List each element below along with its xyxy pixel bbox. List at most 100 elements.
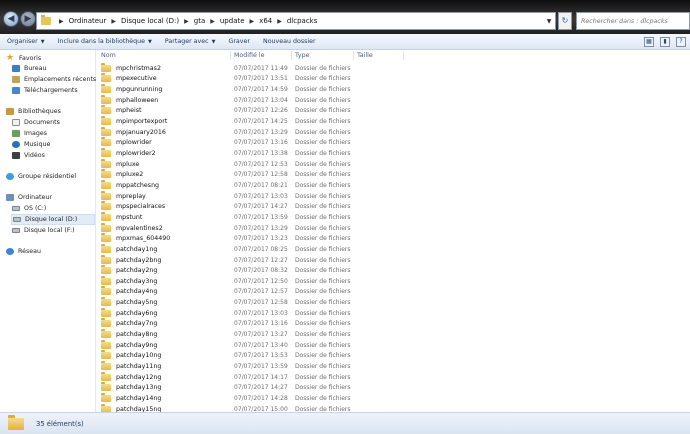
table-row[interactable]: patchday8ng 07/07/2017 13:27 Dossier de fi… bbox=[101, 329, 356, 340]
table-row[interactable]: mpchristmas2 07/07/2017 11:49 Dossier de f… bbox=[101, 62, 356, 74]
table-row[interactable]: patchday6ng 07/07/2017 13:03 Dossier de fi… bbox=[101, 307, 356, 319]
table-row[interactable]: mpvalentines2 07/07/2017 13:29 Dossier de … bbox=[101, 222, 356, 234]
chevron-right-icon[interactable]: ▶ bbox=[210, 18, 215, 25]
column-header-modified[interactable]: Modifié le bbox=[234, 52, 265, 59]
table-row[interactable]: mppatchesng 07/07/2017 08:21 Dossier de fi… bbox=[101, 179, 356, 191]
column-divider[interactable] bbox=[291, 51, 292, 60]
table-row[interactable]: mpxmas_604490 07/07/2017 13:23 Dossier de … bbox=[101, 233, 356, 244]
table-row[interactable]: patchday5ng 07/07/2017 12:58 Dossier de fi… bbox=[101, 297, 356, 308]
column-divider[interactable] bbox=[403, 51, 404, 60]
table-row[interactable]: patchday11ng 07/07/2017 13:59 Dossier de f… bbox=[101, 361, 356, 372]
chevron-down-icon[interactable]: ▼ bbox=[543, 18, 555, 25]
sidebar-item-favorites[interactable]: ★ Favoris bbox=[6, 53, 41, 63]
sidebar-item-drive-f[interactable]: Disque local (F:) bbox=[12, 227, 75, 234]
breadcrumb-item-drive-d[interactable]: Disque local (D:) bbox=[121, 17, 179, 25]
file-date: 07/07/2017 12:50 bbox=[234, 277, 288, 285]
table-row[interactable]: mpluxe 07/07/2017 12:53 Dossier de fichier… bbox=[101, 158, 356, 170]
organize-button[interactable]: Organiser ▼ bbox=[7, 38, 45, 45]
sidebar-item-drive-c[interactable]: OS (C:) bbox=[12, 205, 46, 212]
table-row[interactable]: mpreplay 07/07/2017 13:03 Dossier de fichi… bbox=[101, 190, 356, 202]
table-row[interactable]: mpimportexport 07/07/2017 14:25 Dossier de… bbox=[101, 116, 356, 127]
table-row[interactable]: mpluxe2 07/07/2017 12:58 Dossier de fichie… bbox=[101, 169, 356, 181]
table-row[interactable]: mpjanuary2016 07/07/2017 13:29 Dossier de … bbox=[101, 126, 356, 138]
breadcrumb-item-gta[interactable]: gta bbox=[194, 17, 205, 25]
column-header-size[interactable]: Taille bbox=[357, 52, 373, 59]
sidebar-item-music[interactable]: Musique bbox=[12, 141, 50, 148]
refresh-icon[interactable]: ↻ bbox=[558, 12, 572, 30]
folder-icon bbox=[101, 148, 111, 157]
file-type: Dossier de fichiers bbox=[295, 235, 351, 243]
sidebar-item-homegroup[interactable]: Groupe résidentiel bbox=[6, 173, 76, 180]
help-icon[interactable]: ? bbox=[676, 36, 686, 47]
table-row[interactable]: mpspecialraces 07/07/2017 14:27 Dossier de… bbox=[101, 201, 356, 212]
breadcrumb[interactable]: ▶ Ordinateur ▶ Disque local (D:) ▶ gta ▶… bbox=[36, 12, 556, 30]
table-row[interactable]: patchday7ng 07/07/2017 13:16 Dossier de fi… bbox=[101, 318, 356, 330]
breadcrumb-item-computer[interactable]: Ordinateur bbox=[69, 17, 107, 25]
sidebar-item-drive-d[interactable]: Disque local (D:) bbox=[11, 214, 95, 225]
chevron-right-icon[interactable]: ▶ bbox=[59, 18, 64, 25]
back-icon[interactable]: ◀ bbox=[3, 11, 19, 27]
view-options-icon[interactable]: ▦ bbox=[644, 36, 654, 47]
burn-button[interactable]: Graver bbox=[228, 38, 250, 45]
file-type: Dossier de fichiers bbox=[295, 320, 351, 328]
address-bar: ◀ ▶ ▶ Ordinateur ▶ Disque local (D:) ▶ g… bbox=[0, 0, 690, 34]
organize-label: Organiser bbox=[7, 38, 38, 45]
breadcrumb-item-x64[interactable]: x64 bbox=[259, 17, 272, 25]
breadcrumb-item-dlcpacks[interactable]: dlcpacks bbox=[287, 17, 318, 25]
sidebar-item-desktop[interactable]: Bureau bbox=[12, 65, 47, 72]
column-divider[interactable] bbox=[230, 51, 231, 60]
sidebar-item-documents[interactable]: Documents bbox=[12, 119, 60, 126]
file-type: Dossier de fichiers bbox=[295, 384, 351, 392]
include-library-button[interactable]: Inclure dans la bibliothèque ▼ bbox=[58, 38, 152, 45]
breadcrumb-item-update[interactable]: update bbox=[220, 17, 245, 25]
forward-icon[interactable]: ▶ bbox=[20, 11, 36, 27]
table-row[interactable]: patchday10ng 07/07/2017 13:53 Dossier de f… bbox=[101, 350, 356, 362]
table-row[interactable]: mphalloween 07/07/2017 13:04 Dossier de fi… bbox=[101, 94, 356, 106]
sidebar-item-recent[interactable]: Emplacements récents bbox=[12, 76, 96, 83]
sidebar-item-computer[interactable]: Ordinateur bbox=[6, 194, 52, 201]
table-row[interactable]: patchday1ng 07/07/2017 08:25 Dossier de fi… bbox=[101, 243, 356, 255]
sidebar-item-images[interactable]: Images bbox=[12, 130, 47, 137]
column-header-name[interactable]: Nom bbox=[101, 52, 116, 59]
new-folder-button[interactable]: Nouveau dossier bbox=[263, 38, 316, 45]
search-input[interactable] bbox=[581, 17, 681, 25]
chevron-right-icon[interactable]: ▶ bbox=[250, 18, 255, 25]
column-divider[interactable] bbox=[353, 51, 354, 60]
sidebar-item-network[interactable]: Réseau bbox=[6, 248, 41, 255]
sidebar-item-videos[interactable]: Vidéos bbox=[12, 152, 45, 159]
table-row[interactable]: mpgunrunning 07/07/2017 14:59 Dossier de f… bbox=[101, 84, 356, 95]
share-button[interactable]: Partager avec ▼ bbox=[165, 38, 216, 45]
chevron-right-icon[interactable]: ▶ bbox=[184, 18, 189, 25]
chevron-right-icon[interactable]: ▶ bbox=[277, 18, 282, 25]
file-date: 07/07/2017 13:40 bbox=[234, 341, 288, 349]
file-type: Dossier de fichiers bbox=[295, 160, 351, 168]
sidebar-item-libraries[interactable]: Bibliothèques bbox=[6, 108, 61, 115]
file-name: patchday11ng bbox=[116, 363, 162, 370]
table-row[interactable]: patchday9ng 07/07/2017 13:40 Dossier de fi… bbox=[101, 339, 356, 351]
sidebar-item-downloads[interactable]: Téléchargements bbox=[12, 87, 78, 94]
preview-pane-icon[interactable]: ▮ bbox=[660, 36, 670, 47]
table-row[interactable]: mpstunt 07/07/2017 13:59 Dossier de fichie… bbox=[101, 211, 356, 223]
downloads-icon bbox=[12, 87, 20, 94]
file-date: 07/07/2017 13:59 bbox=[234, 213, 288, 221]
table-row[interactable]: patchday13ng 07/07/2017 14:27 Dossier de f… bbox=[101, 382, 356, 394]
homegroup-icon bbox=[6, 173, 14, 180]
table-row[interactable]: patchday4ng 07/07/2017 12:57 Dossier de fi… bbox=[101, 286, 356, 298]
table-row[interactable]: patchday12ng 07/07/2017 14:17 Dossier de f… bbox=[101, 371, 356, 383]
file-type: Dossier de fichiers bbox=[295, 118, 351, 126]
star-icon: ★ bbox=[6, 53, 15, 63]
table-row[interactable]: mplowrider 07/07/2017 13:16 Dossier de fic… bbox=[101, 137, 356, 149]
column-header-type[interactable]: Type bbox=[295, 52, 309, 59]
table-row[interactable]: patchday2bng 07/07/2017 12:27 Dossier de f… bbox=[101, 254, 356, 266]
search-box[interactable] bbox=[576, 12, 690, 30]
table-row[interactable]: mpheist 07/07/2017 12:26 Dossier de fichie… bbox=[101, 105, 356, 117]
file-date: 07/07/2017 13:23 bbox=[234, 235, 288, 243]
table-row[interactable]: patchday14ng 07/07/2017 14:28 Dossier de f… bbox=[101, 392, 356, 404]
file-type: Dossier de fichiers bbox=[295, 245, 351, 253]
table-row[interactable]: mplowrider2 07/07/2017 13:38 Dossier de fi… bbox=[101, 148, 356, 159]
table-row[interactable]: mpexecutive 07/07/2017 13:51 Dossier de fi… bbox=[101, 73, 356, 85]
chevron-right-icon[interactable]: ▶ bbox=[111, 18, 116, 25]
table-row[interactable]: patchday2ng 07/07/2017 08:32 Dossier de fi… bbox=[101, 265, 356, 276]
table-row[interactable]: patchday3ng 07/07/2017 12:50 Dossier de fi… bbox=[101, 275, 356, 287]
file-name: patchday12ng bbox=[116, 373, 162, 381]
